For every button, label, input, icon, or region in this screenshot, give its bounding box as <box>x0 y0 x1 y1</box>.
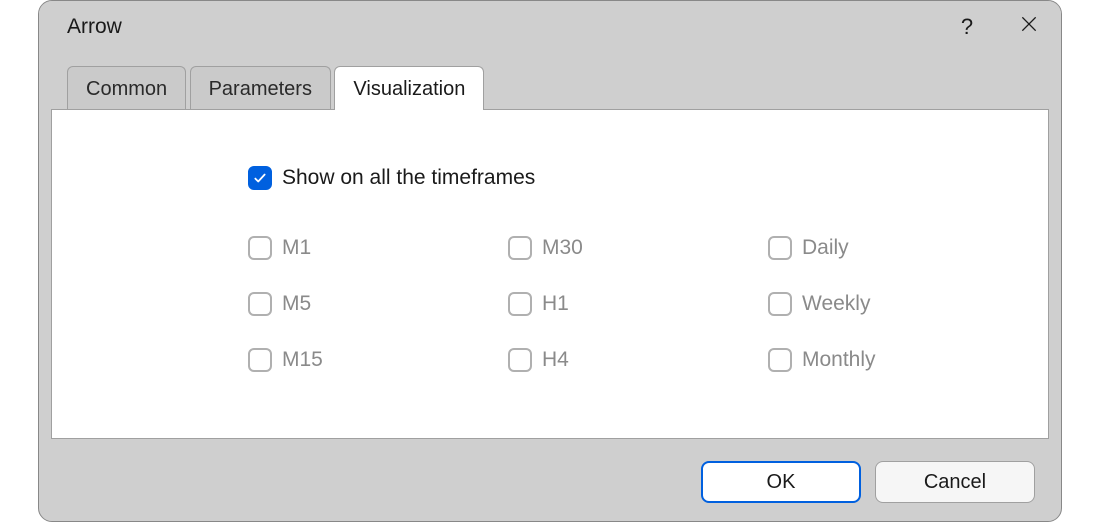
checkbox-row-m1: M1 <box>248 220 508 276</box>
timeframe-grid: M1 M30 Daily M5 H1 Weekly <box>248 220 1008 388</box>
checkbox-m30-label: M30 <box>542 236 583 260</box>
checkbox-h1[interactable] <box>508 292 532 316</box>
tab-visualization[interactable]: Visualization <box>334 66 484 110</box>
checkbox-h1-label: H1 <box>542 292 569 316</box>
checkbox-show-all-label: Show on all the timeframes <box>282 166 535 190</box>
checkbox-row-daily: Daily <box>768 220 1028 276</box>
checkbox-daily[interactable] <box>768 236 792 260</box>
show-all-row: Show on all the timeframes <box>248 166 535 190</box>
tab-common[interactable]: Common <box>67 66 186 110</box>
checkbox-h4-label: H4 <box>542 348 569 372</box>
dialog-window: Arrow ? Common Parameters Visualization … <box>38 0 1062 522</box>
ok-button[interactable]: OK <box>701 461 861 503</box>
checkbox-weekly-label: Weekly <box>802 292 870 316</box>
titlebar: Arrow ? <box>39 1 1061 53</box>
checkbox-row-m5: M5 <box>248 276 508 332</box>
checkbox-m5[interactable] <box>248 292 272 316</box>
checkbox-m1-label: M1 <box>282 236 311 260</box>
checkbox-weekly[interactable] <box>768 292 792 316</box>
checkbox-show-all[interactable] <box>248 166 272 190</box>
button-row: OK Cancel <box>701 461 1035 503</box>
window-title: Arrow <box>67 15 955 39</box>
checkbox-monthly[interactable] <box>768 348 792 372</box>
close-icon[interactable] <box>1017 14 1041 40</box>
checkbox-m15-label: M15 <box>282 348 323 372</box>
checkbox-row-h1: H1 <box>508 276 768 332</box>
checkbox-monthly-label: Monthly <box>802 348 876 372</box>
checkbox-row-weekly: Weekly <box>768 276 1028 332</box>
checkbox-h4[interactable] <box>508 348 532 372</box>
checkbox-row-monthly: Monthly <box>768 332 1028 388</box>
checkbox-row-m15: M15 <box>248 332 508 388</box>
tab-panel: Show on all the timeframes M1 M30 Daily … <box>51 109 1049 439</box>
checkbox-m5-label: M5 <box>282 292 311 316</box>
cancel-button[interactable]: Cancel <box>875 461 1035 503</box>
tabs: Common Parameters Visualization <box>39 65 1061 109</box>
titlebar-controls: ? <box>955 14 1041 40</box>
checkbox-m1[interactable] <box>248 236 272 260</box>
checkbox-row-h4: H4 <box>508 332 768 388</box>
checkbox-m30[interactable] <box>508 236 532 260</box>
help-icon[interactable]: ? <box>955 14 979 40</box>
tab-parameters[interactable]: Parameters <box>190 66 331 110</box>
checkbox-row-m30: M30 <box>508 220 768 276</box>
checkbox-daily-label: Daily <box>802 236 849 260</box>
checkbox-m15[interactable] <box>248 348 272 372</box>
